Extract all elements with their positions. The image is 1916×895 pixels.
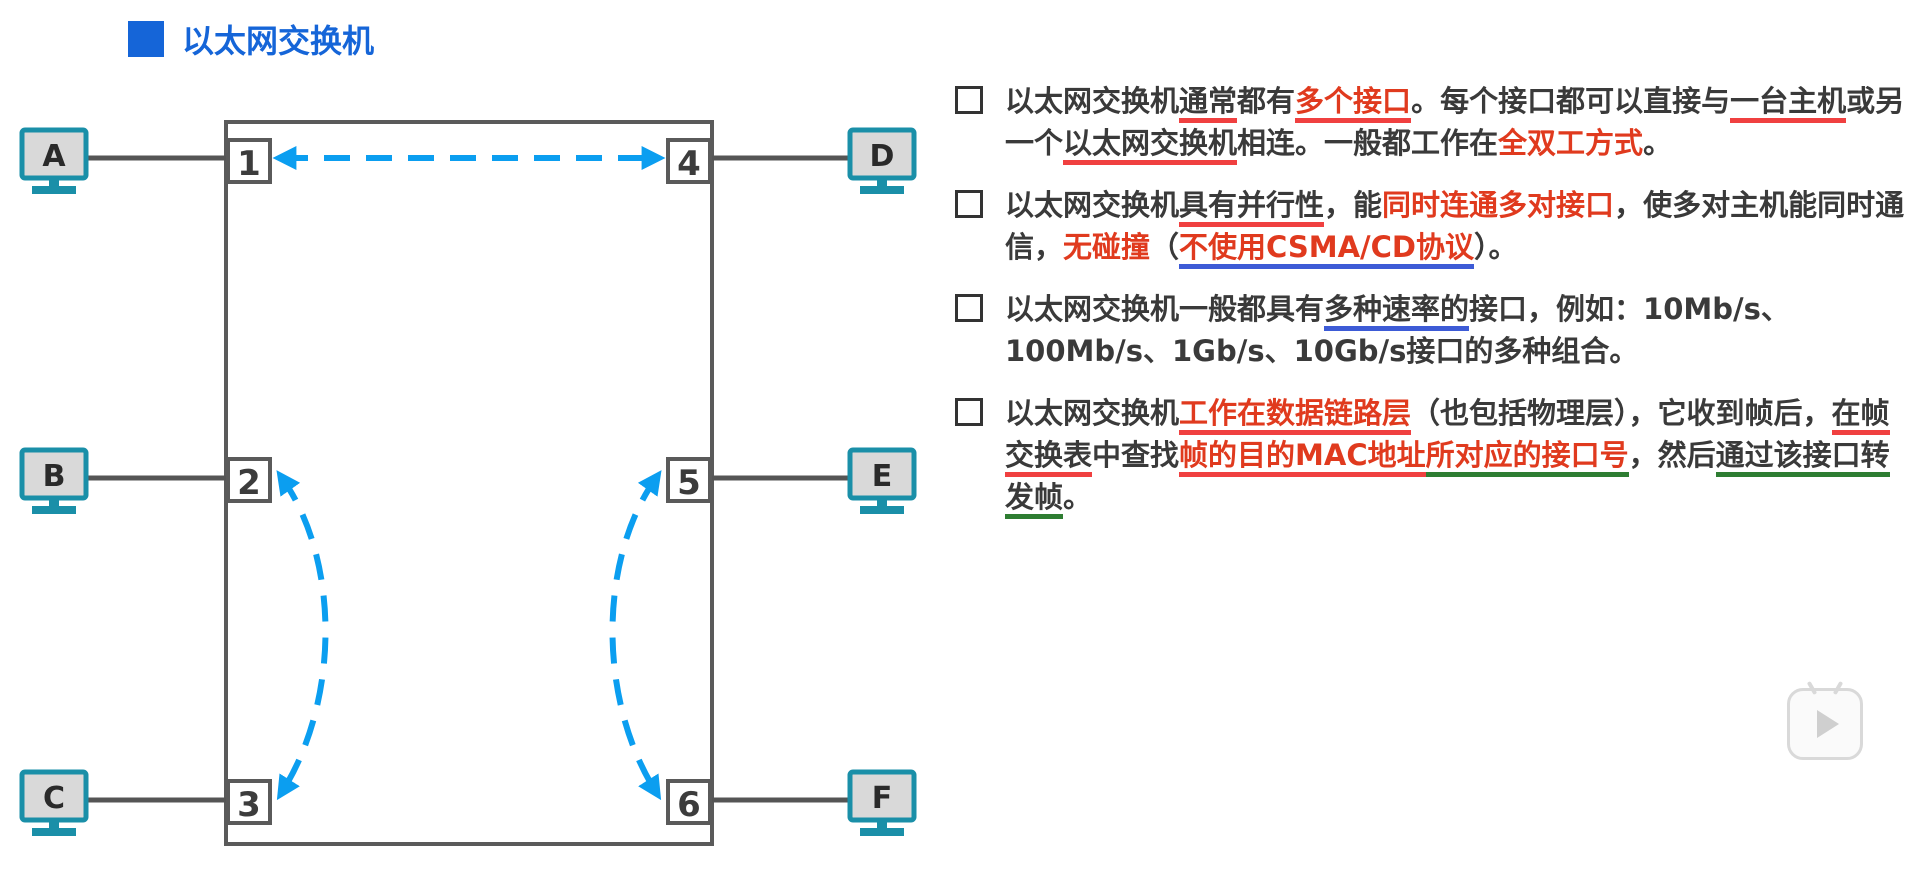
port-5: 5	[666, 457, 712, 503]
svg-text:B: B	[43, 459, 66, 494]
host-c-monitor-icon: C	[22, 772, 86, 836]
switch-box	[224, 120, 714, 846]
svg-text:3: 3	[237, 785, 261, 825]
bullet-list: 以太网交换机通常都有多个接口。每个接口都可以直接与一台主机或另一个以太网交换机相…	[955, 80, 1905, 538]
port-3: 3	[226, 779, 272, 825]
svg-text:5: 5	[677, 463, 701, 503]
bullet-text: 以太网交换机工作在数据链路层（也包括物理层），它收到帧后，在帧交换表中查找帧的目…	[1005, 392, 1905, 519]
highlighted-text: 全双工方式	[1498, 126, 1644, 160]
checkbox-icon	[955, 398, 983, 426]
host-b-monitor-icon: B	[22, 450, 86, 514]
bullet-2: 以太网交换机具有并行性，能同时连通多对接口，使多对主机能同时通信，无碰撞（不使用…	[955, 184, 1905, 269]
underlined-text: 多种速率的	[1324, 292, 1470, 331]
highlighted-text: 同时连通多对接口	[1382, 188, 1615, 222]
host-a-monitor-icon: A	[22, 130, 86, 194]
text-span: ，然后	[1628, 438, 1716, 472]
host-f-monitor-icon: F	[850, 772, 914, 836]
text-span: 以太网交换机	[1005, 188, 1180, 222]
svg-text:4: 4	[677, 144, 701, 184]
arrow-2-3	[276, 470, 329, 801]
text-span: 。	[1063, 480, 1093, 514]
checkbox-icon	[955, 294, 983, 322]
bullet-text: 以太网交换机具有并行性，能同时连通多对接口，使多对主机能同时通信，无碰撞（不使用…	[1005, 184, 1905, 269]
text-span: （	[1150, 230, 1180, 264]
underlined-text: 通常	[1179, 84, 1238, 123]
play-ear-left	[1806, 680, 1818, 696]
text-span: 。	[1643, 126, 1673, 160]
svg-text:F: F	[872, 781, 893, 816]
bullet-text: 以太网交换机一般都具有多种速率的接口，例如：10Mb/s、100Mb/s、1Gb…	[1005, 288, 1905, 372]
port-1: 1	[226, 138, 272, 184]
text-span: ）。	[1474, 230, 1518, 264]
text-span: 相连。一般都工作在	[1237, 126, 1499, 160]
svg-text:2: 2	[237, 463, 261, 503]
highlighted-text: 多个接口	[1295, 84, 1412, 123]
checkbox-icon	[955, 86, 983, 114]
port-4: 4	[666, 138, 712, 184]
highlighted-text: 帧的目的MAC地址	[1179, 438, 1426, 477]
text-span: 都有	[1237, 84, 1296, 118]
checkbox-icon	[955, 190, 983, 218]
port-2: 2	[226, 457, 272, 503]
underlined-text: 一台主机	[1730, 84, 1847, 123]
highlighted-text: 所对应的接口号	[1425, 438, 1629, 477]
bullet-4: 以太网交换机工作在数据链路层（也包括物理层），它收到帧后，在帧交换表中查找帧的目…	[955, 392, 1905, 519]
svg-text:D: D	[870, 139, 895, 174]
svg-text:A: A	[42, 139, 66, 174]
bullet-1: 以太网交换机通常都有多个接口。每个接口都可以直接与一台主机或另一个以太网交换机相…	[955, 80, 1905, 165]
host-e-monitor-icon: E	[850, 450, 914, 514]
text-span: 中查找	[1092, 438, 1180, 472]
arrow-5-6	[609, 470, 662, 801]
highlighted-text: 工作在数据链路层	[1179, 396, 1412, 435]
text-span: 以太网交换机一般都具有	[1005, 292, 1325, 326]
svg-text:E: E	[872, 459, 893, 494]
port-6: 6	[666, 779, 712, 825]
switch-diagram: 1 2 3 4 5 6 A B C D E F	[0, 120, 940, 846]
play-button[interactable]	[1787, 680, 1863, 760]
play-ear-right	[1832, 680, 1844, 696]
svg-text:1: 1	[237, 144, 261, 184]
highlighted-text: 不使用CSMA/CD协议	[1179, 230, 1475, 269]
text-span: （也包括物理层），它收到帧后，	[1411, 396, 1832, 430]
underlined-text: 以太网交换机	[1063, 126, 1238, 165]
bullet-text: 以太网交换机通常都有多个接口。每个接口都可以直接与一台主机或另一个以太网交换机相…	[1005, 80, 1905, 165]
svg-text:6: 6	[677, 785, 701, 825]
text-span: 以太网交换机	[1005, 84, 1180, 118]
highlighted-text: 无碰撞	[1063, 230, 1151, 264]
text-span: ，能	[1324, 188, 1383, 222]
underlined-text: 具有并行性	[1179, 188, 1325, 227]
text-span: 以太网交换机	[1005, 396, 1180, 430]
bullet-3: 以太网交换机一般都具有多种速率的接口，例如：10Mb/s、100Mb/s、1Gb…	[955, 288, 1905, 372]
svg-text:C: C	[43, 781, 65, 816]
text-span: 。每个接口都可以直接与	[1411, 84, 1731, 118]
host-d-monitor-icon: D	[850, 130, 914, 194]
play-icon	[1817, 710, 1839, 738]
